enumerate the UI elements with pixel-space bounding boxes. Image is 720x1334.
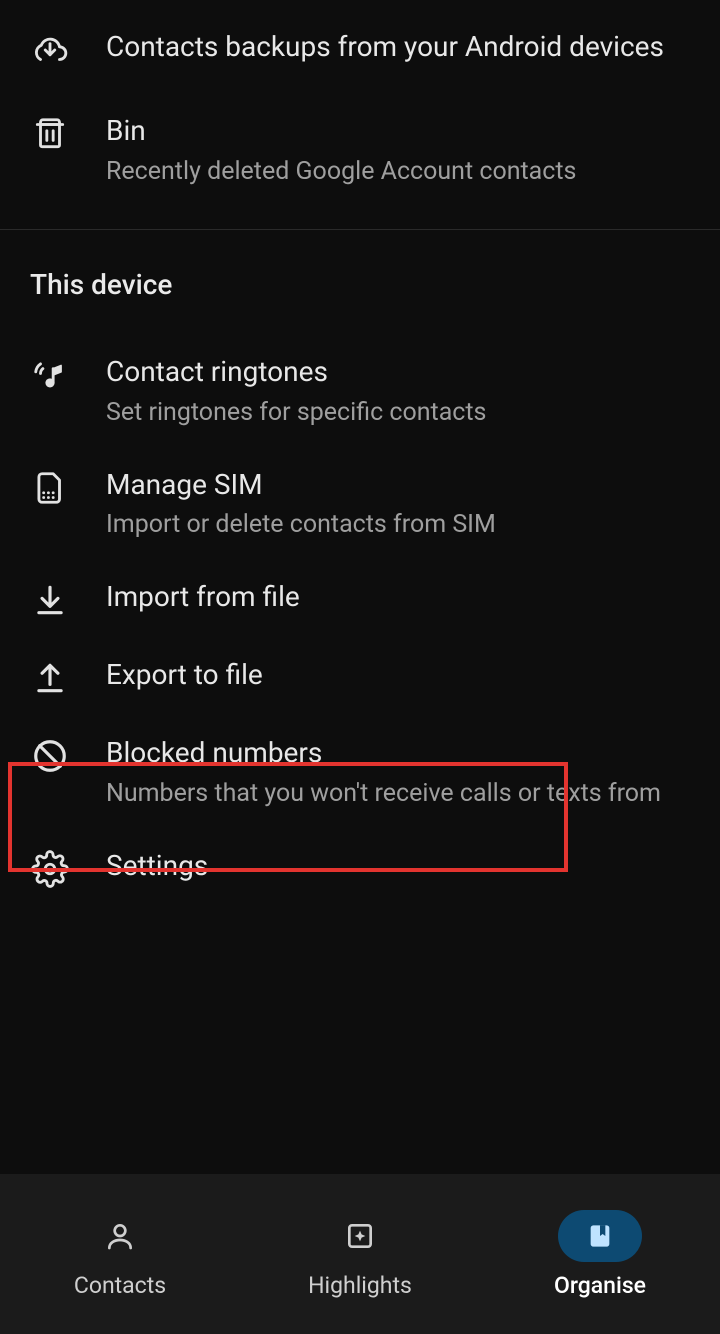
trash-icon — [30, 114, 70, 154]
nav-label: Highlights — [308, 1272, 412, 1299]
gear-icon — [30, 849, 70, 889]
nav-organise[interactable]: Organise — [480, 1174, 720, 1334]
row-bin[interactable]: Bin Recently deleted Google Account cont… — [0, 88, 720, 219]
row-subtitle: Set ringtones for specific contacts — [106, 395, 690, 430]
section-divider — [0, 229, 720, 230]
row-subtitle: Recently deleted Google Account contacts — [106, 154, 690, 189]
row-export-to-file[interactable]: Export to file — [0, 638, 720, 716]
sim-card-icon — [30, 468, 70, 508]
device-group: Contact ringtones Set ringtones for spec… — [0, 335, 720, 907]
settings-content: Contacts backups from your Android devic… — [0, 0, 720, 1174]
row-subtitle: Numbers that you won't receive calls or … — [106, 776, 690, 811]
row-contact-ringtones[interactable]: Contact ringtones Set ringtones for spec… — [0, 335, 720, 448]
cloud-download-icon — [30, 30, 70, 70]
backup-group: Contacts backups from your Android devic… — [0, 0, 720, 219]
row-settings[interactable]: Settings — [0, 829, 720, 907]
row-title: Export to file — [106, 656, 690, 694]
nav-contacts[interactable]: Contacts — [0, 1174, 240, 1334]
row-title: Settings — [106, 847, 690, 885]
row-title: Manage SIM — [106, 466, 690, 504]
row-title: Contacts backups from your Android devic… — [106, 28, 690, 66]
row-title: Bin — [106, 112, 690, 150]
section-header-this-device: This device — [0, 254, 720, 335]
row-title: Blocked numbers — [106, 734, 690, 772]
row-import-from-file[interactable]: Import from file — [0, 560, 720, 638]
block-icon — [30, 736, 70, 776]
person-icon — [78, 1210, 162, 1262]
download-icon — [30, 580, 70, 620]
row-subtitle: Import or delete contacts from SIM — [106, 507, 690, 542]
row-title: Import from file — [106, 578, 690, 616]
nav-label: Organise — [554, 1272, 646, 1299]
row-blocked-numbers[interactable]: Blocked numbers Numbers that you won't r… — [0, 716, 720, 829]
sparkle-icon — [318, 1210, 402, 1262]
row-title: Contact ringtones — [106, 353, 690, 391]
upload-icon — [30, 658, 70, 698]
row-manage-sim[interactable]: Manage SIM Import or delete contacts fro… — [0, 448, 720, 561]
nav-label: Contacts — [74, 1272, 166, 1299]
ringtone-icon — [30, 355, 70, 395]
bookmark-card-icon — [558, 1210, 642, 1262]
row-backups[interactable]: Contacts backups from your Android devic… — [0, 0, 720, 88]
bottom-nav: Contacts Highlights Organise — [0, 1174, 720, 1334]
nav-highlights[interactable]: Highlights — [240, 1174, 480, 1334]
